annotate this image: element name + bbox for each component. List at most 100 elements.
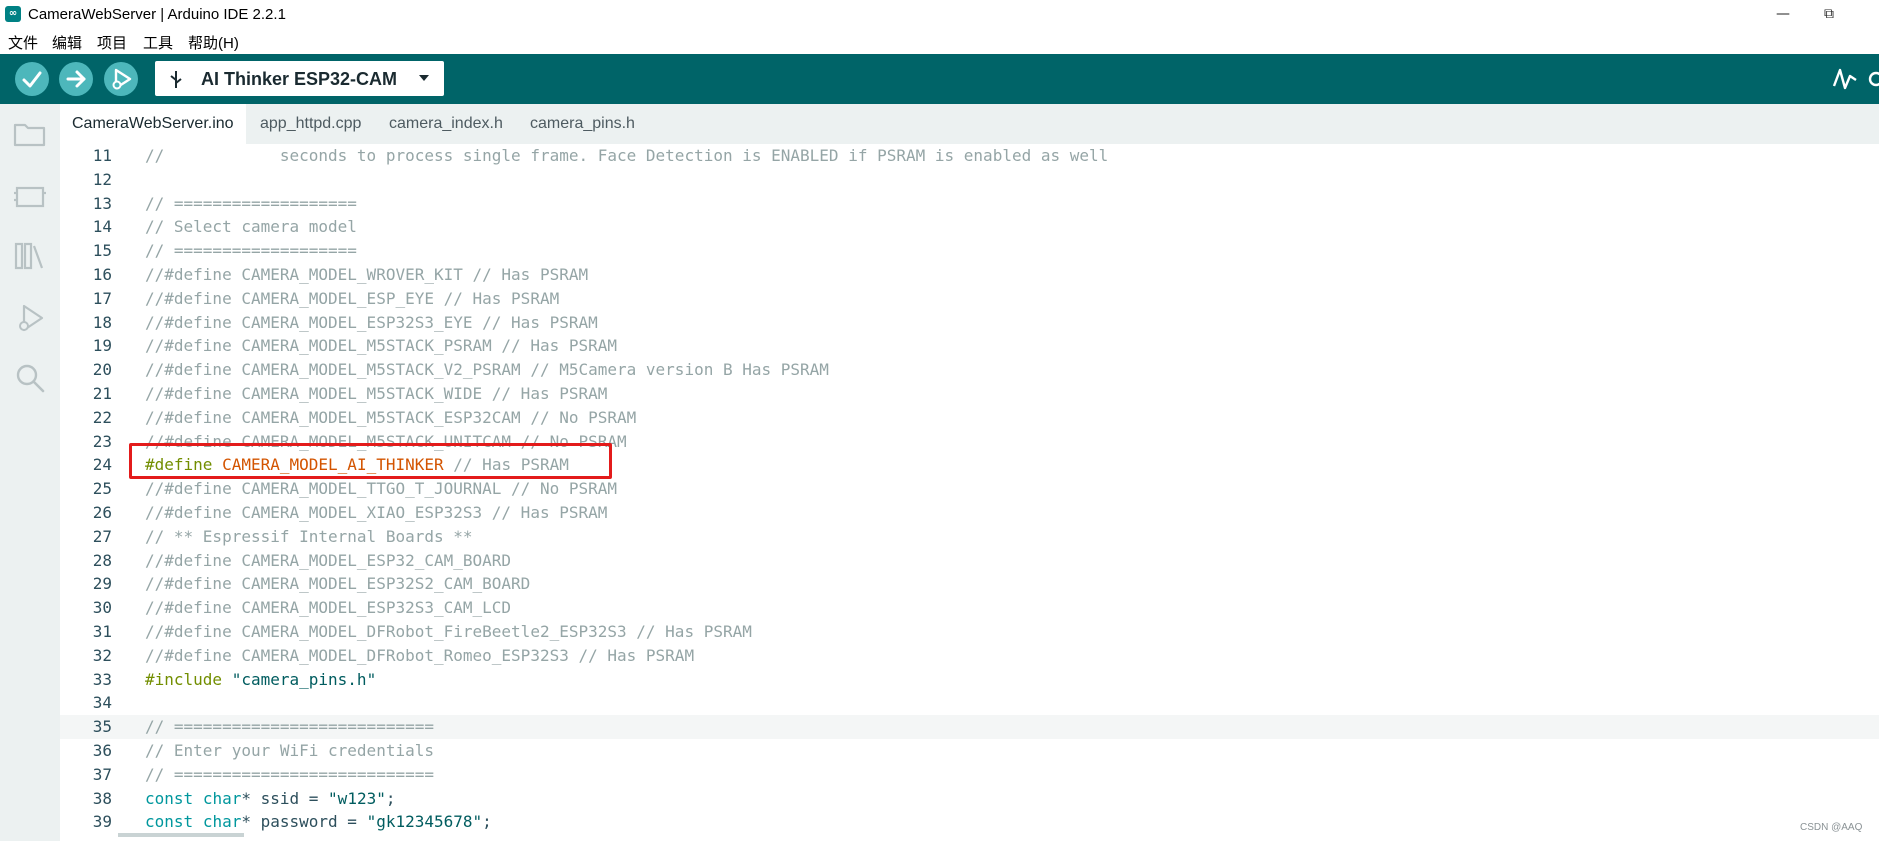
tab-camera-pins-h[interactable]: camera_pins.h [518,104,647,144]
debug-button[interactable] [104,62,138,96]
search-icon[interactable] [12,360,48,396]
code-line: 21 //#define CAMERA_MODEL_M5STACK_WIDE //… [60,382,1879,406]
line-number: 14 [92,217,112,237]
include-keyword: #include [145,669,223,689]
line-number: 29 [92,574,112,594]
code-text: //#define CAMERA_MODEL_ESP_EYE // Has PS… [145,288,560,308]
code-text: //#define CAMERA_MODEL_M5STACK_PSRAM // … [145,336,618,356]
code-text: const char* password = "gk12345678"; [145,810,492,834]
library-manager-icon[interactable] [12,238,48,274]
code-editor[interactable]: 11 // seconds to process single frame. Fa… [60,144,1879,841]
line-number: 23 [92,431,112,451]
code-line: 29 //#define CAMERA_MODEL_ESP32S2_CAM_BOA… [60,572,1879,596]
line-number: 18 [92,312,112,332]
minimize-button[interactable]: — [1760,2,1806,26]
line-number: 17 [92,288,112,308]
verify-button[interactable] [15,62,49,96]
code-text: //#define CAMERA_MODEL_XIAO_ESP32S3 // H… [145,503,608,522]
code-text: //#define CAMERA_MODEL_ESP32S2_CAM_BOARD [145,574,531,594]
code-text: //#define CAMERA_MODEL_WROVER_KIT // Has… [145,265,589,284]
code-text: // =================== [145,193,357,213]
code-line: 32 //#define CAMERA_MODEL_DFRobot_Romeo_E… [60,644,1879,668]
code-line: 38 const char* ssid = "w123"; [60,787,1879,811]
code-line: 36 // Enter your WiFi credentials [60,739,1879,763]
const-keyword: const [145,788,194,808]
code-line: 16 //#define CAMERA_MODEL_WROVER_KIT // H… [60,263,1879,287]
code-text: // =========================== [145,764,434,784]
serial-monitor-icon[interactable] [1866,66,1879,92]
file-tabs: CameraWebServer.ino app_httpd.cpp camera… [60,104,1879,144]
code-line: 31 //#define CAMERA_MODEL_DFRobot_FireBee… [60,620,1879,644]
code-text: //#define CAMERA_MODEL_ESP32S3_CAM_LCD [145,598,512,618]
menu-help[interactable]: 帮助(H) [188,32,239,53]
include-file: "camera_pins.h" [231,669,377,689]
code-text: #include "camera_pins.h" [145,668,376,692]
code-line: 18 //#define CAMERA_MODEL_ESP32S3_EYE // … [60,311,1879,335]
code-rest: * ssid = [241,788,329,808]
code-text: //#define CAMERA_MODEL_M5STACK_WIDE // H… [145,384,608,403]
line-number: 38 [92,788,112,808]
code-text: //#define CAMERA_MODEL_M5STACK_V2_PSRAM … [145,360,829,380]
code-text: // =================== [145,241,357,261]
line-number: 35 [92,717,112,737]
code-line: 37 // =========================== [60,763,1879,787]
line-number: 26 [92,503,112,522]
code-end: ; [385,788,396,808]
usb-icon [170,71,182,88]
code-line: 33 #include "camera_pins.h" [60,668,1879,692]
code-text: // seconds to process single frame. Face… [145,146,1109,165]
code-line: 13 // =================== [60,192,1879,216]
code-line: 34 [60,691,1879,715]
window-title: CameraWebServer | Arduino IDE 2.2.1 [28,6,286,23]
annotation-highlight-box [129,443,612,479]
code-line: 26 //#define CAMERA_MODEL_XIAO_ESP32S3 //… [60,501,1879,525]
watermark: CSDN @AAQ [1800,822,1863,833]
line-number: 39 [92,812,112,832]
menu-file[interactable]: 文件 [8,32,38,53]
tab-camerawebserver-ino[interactable]: CameraWebServer.ino [60,104,246,144]
code-line: 14 // Select camera model [60,215,1879,239]
line-number: 30 [92,598,112,618]
code-text: // Select camera model [145,217,357,237]
horizontal-scrollbar[interactable] [118,833,244,837]
code-text: //#define CAMERA_MODEL_DFRobot_Romeo_ESP… [145,645,695,665]
type-keyword: char [202,812,242,832]
code-line: 19 //#define CAMERA_MODEL_M5STACK_PSRAM /… [60,334,1879,358]
board-selector[interactable]: AI Thinker ESP32-CAM [155,61,444,96]
serial-plotter-icon[interactable] [1832,66,1858,92]
folder-icon[interactable] [12,116,48,152]
board-name: AI Thinker ESP32-CAM [201,69,398,89]
string-value: "w123" [328,788,386,808]
arrow-right-icon [66,70,86,88]
debugger-icon [112,68,132,90]
line-number: 36 [92,741,112,760]
line-number: 21 [92,384,112,403]
line-number: 20 [92,360,112,380]
restore-button[interactable]: ⧉ [1806,2,1852,26]
code-rest: * password = [241,812,367,832]
left-sidebar [0,104,60,841]
boards-manager-icon[interactable] [12,178,48,214]
line-number: 37 [92,764,112,784]
line-number: 15 [92,241,112,261]
menu-tools[interactable]: 工具 [143,32,173,53]
line-number: 12 [92,169,112,189]
code-text: // Enter your WiFi credentials [145,741,434,760]
tab-app-httpd-cpp[interactable]: app_httpd.cpp [248,104,373,144]
code-line: 15 // =================== [60,239,1879,263]
code-line: 17 //#define CAMERA_MODEL_ESP_EYE // Has … [60,287,1879,311]
menu-sketch[interactable]: 项目 [97,32,127,53]
line-number: 16 [92,265,112,284]
chevron-down-icon [419,75,429,81]
line-number: 13 [92,193,112,213]
menu-edit[interactable]: 编辑 [52,32,82,53]
code-text: //#define CAMERA_MODEL_ESP32_CAM_BOARD [145,550,512,570]
tab-camera-index-h[interactable]: camera_index.h [377,104,515,144]
line-number: 25 [92,479,112,499]
check-icon [22,71,42,88]
code-text: const char* ssid = "w123"; [145,787,395,811]
debug-icon[interactable] [12,300,48,336]
line-number: 22 [92,407,112,427]
upload-button[interactable] [59,62,93,96]
menu-bar: 文件 编辑 项目 工具 帮助(H) [0,28,1879,54]
